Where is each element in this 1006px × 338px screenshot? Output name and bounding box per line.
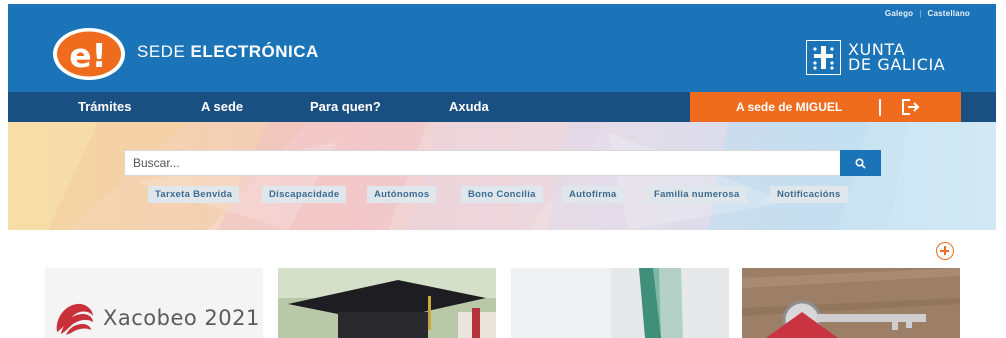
search-hero: Buscar... Tarxeta Benvida Discapacidade … bbox=[8, 122, 996, 230]
site-title-light: SEDE bbox=[137, 42, 186, 61]
tag-discapacidade[interactable]: Discapacidade bbox=[262, 186, 347, 203]
search-input[interactable]: Buscar... bbox=[124, 150, 866, 176]
nav-item-tramites[interactable]: Trámites bbox=[78, 92, 131, 122]
site-title[interactable]: SEDE ELECTRÓNICA bbox=[137, 42, 319, 62]
keys-image bbox=[742, 268, 960, 338]
site-title-bold: ELECTRÓNICA bbox=[190, 42, 319, 61]
tag-familia-numerosa[interactable]: Familia numerosa bbox=[647, 186, 747, 203]
news-card-keys[interactable] bbox=[742, 268, 960, 338]
search-icon bbox=[855, 157, 866, 169]
user-sede-link[interactable]: A sede de MIGUEL bbox=[736, 92, 842, 122]
main-nav: Trámites A sede Para quen? Axuda A sede … bbox=[8, 92, 996, 122]
tag-notificacions[interactable]: Notificacións bbox=[770, 186, 848, 203]
plus-circle-icon[interactable] bbox=[936, 242, 954, 260]
language-galego-link[interactable]: Galego bbox=[885, 9, 913, 18]
site-header: Galego | Castellano e! SEDE ELECTRÓNICA XU… bbox=[8, 4, 996, 92]
language-switcher: Galego | Castellano bbox=[885, 9, 970, 18]
search-button[interactable] bbox=[840, 150, 881, 176]
content-area: Xacobeo 2021 bbox=[8, 230, 996, 338]
nav-item-axuda[interactable]: Axuda bbox=[449, 92, 489, 122]
tag-bono-concilia[interactable]: Bono Concilia bbox=[461, 186, 543, 203]
language-separator: | bbox=[919, 9, 922, 18]
news-card-xacobeo[interactable]: Xacobeo 2021 bbox=[45, 268, 263, 338]
xunta-emblem-icon bbox=[806, 39, 841, 75]
nav-item-a-sede[interactable]: A sede bbox=[201, 92, 243, 122]
xunta-logo[interactable]: XUNTA DE GALICIA bbox=[806, 37, 945, 77]
xunta-wordmark: XUNTA DE GALICIA bbox=[848, 42, 946, 74]
tag-tarxeta-benvida[interactable]: Tarxeta Benvida bbox=[148, 186, 240, 203]
xunta-line2: DE GALICIA bbox=[848, 55, 946, 74]
xacobeo-shell-icon bbox=[56, 303, 93, 335]
user-area: A sede de MIGUEL bbox=[690, 92, 961, 122]
logout-icon[interactable] bbox=[901, 98, 921, 116]
tag-autofirma[interactable]: Autofirma bbox=[562, 186, 624, 203]
tag-autonomos[interactable]: Autónomos bbox=[367, 186, 437, 203]
hero-background bbox=[8, 122, 996, 230]
glass-image bbox=[511, 268, 729, 338]
language-castellano-link[interactable]: Castellano bbox=[928, 9, 970, 18]
nav-item-para-quen[interactable]: Para quen? bbox=[310, 92, 381, 122]
news-card-glass[interactable] bbox=[511, 268, 729, 338]
sede-logo-icon[interactable]: e! bbox=[52, 26, 130, 82]
card-title: Xacobeo 2021 bbox=[103, 306, 260, 330]
user-divider bbox=[879, 99, 881, 116]
news-card-graduation[interactable] bbox=[278, 268, 496, 338]
graduation-image bbox=[278, 268, 496, 338]
logo-text: e! bbox=[69, 36, 106, 75]
